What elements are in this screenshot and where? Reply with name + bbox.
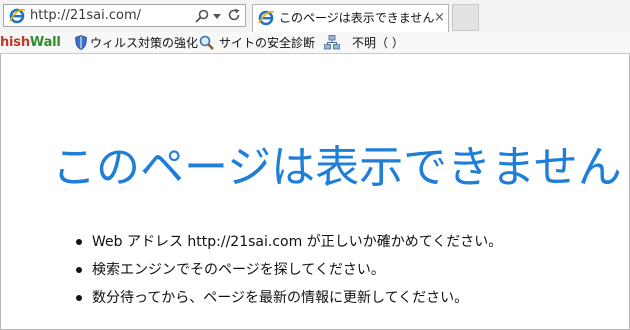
address-text[interactable]: http://21sai.com/ — [30, 7, 141, 24]
list-item: 数分待ってから、ページを最新の情報に更新してください。 — [72, 288, 502, 316]
shield-icon — [75, 35, 87, 50]
zone-status[interactable]: 不明（ ） — [352, 34, 404, 52]
bullet-dot — [76, 295, 82, 301]
list-item-text: 検索エンジンでそのページを探してください。 — [92, 262, 385, 278]
list-item: 検索エンジンでそのページを探してください。 — [72, 260, 502, 288]
magnifier-icon — [199, 35, 214, 50]
list-item: Web アドレス http://21sai.com が正しいか確かめてください。 — [72, 232, 502, 260]
refresh-icon[interactable] — [227, 8, 241, 22]
suggestion-list: Web アドレス http://21sai.com が正しいか確かめてください。… — [72, 232, 502, 316]
search-icon[interactable] — [195, 9, 209, 23]
tab-active[interactable]: このページは表示できません × — [252, 4, 449, 32]
address-tab-bar: http://21sai.com/ このページは表示できません × — [0, 0, 630, 32]
phishwall-label-part1: hish — [0, 35, 30, 50]
list-item-text: Web アドレス http://21sai.com が正しいか確かめてください。 — [92, 234, 503, 250]
favorites-bar: hishWall ウィルス対策の強化 サイトの安全診断 不明（ ） — [0, 32, 630, 54]
list-item-text: 数分待ってから、ページを最新の情報に更新してください。 — [92, 290, 469, 306]
site-safety-check-button[interactable]: サイトの安全診断 — [219, 34, 315, 52]
virus-protection-button[interactable]: ウィルス対策の強化 — [90, 34, 198, 52]
bullet-dot — [76, 267, 82, 273]
ie-icon — [258, 10, 275, 26]
phishwall-toolbar[interactable]: hishWall — [0, 34, 61, 52]
new-tab-button[interactable] — [452, 4, 479, 31]
network-icon — [324, 35, 340, 50]
close-icon[interactable]: × — [434, 10, 445, 26]
ie-icon — [9, 8, 26, 24]
phishwall-label-part2: Wall — [29, 35, 61, 50]
address-bar[interactable]: http://21sai.com/ — [3, 4, 246, 27]
page-title: このページは表示できません — [52, 142, 622, 193]
dropdown-icon[interactable] — [213, 14, 221, 19]
bullet-dot — [76, 239, 82, 245]
tab-title: このページは表示できません — [279, 11, 435, 25]
